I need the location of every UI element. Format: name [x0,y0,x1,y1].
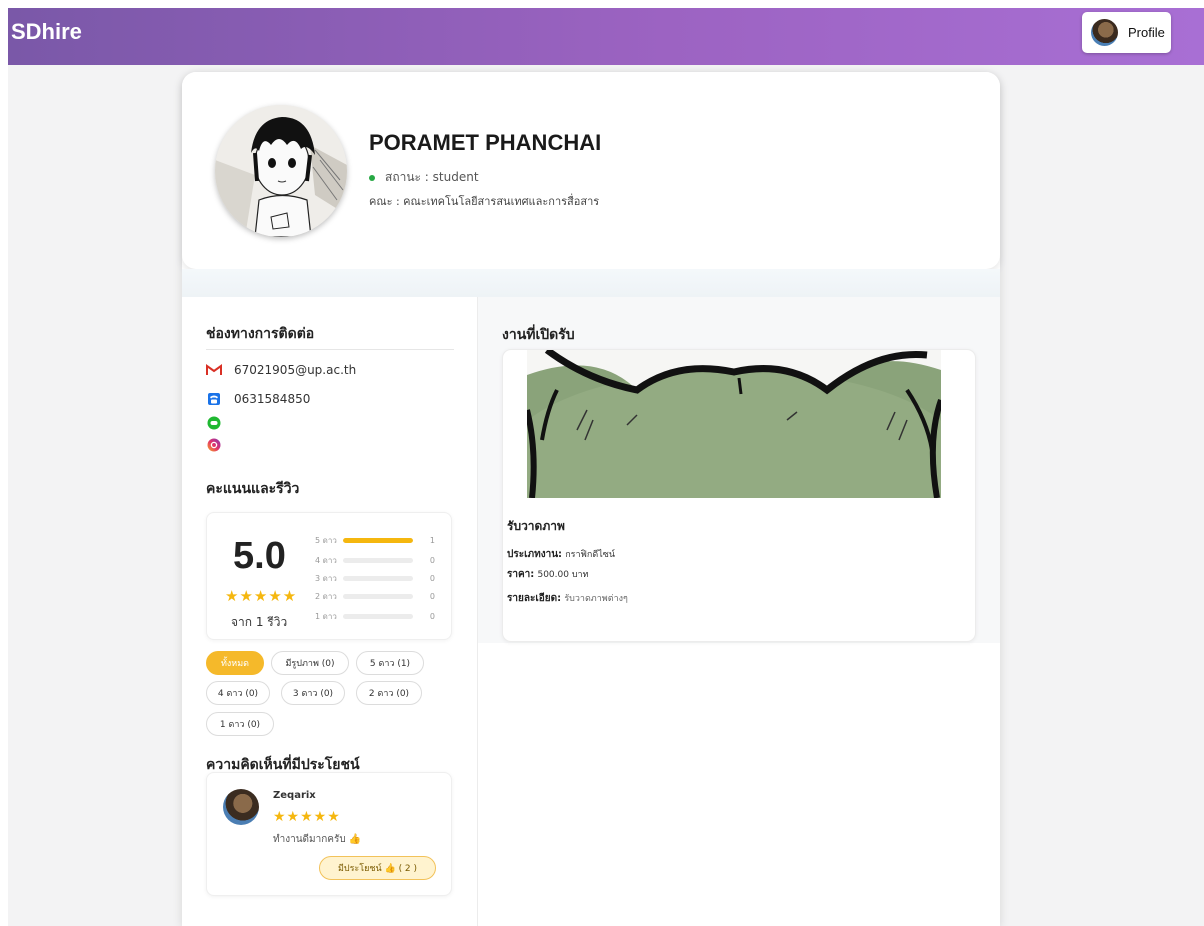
status-text: สถานะ : student [385,170,479,184]
contact-email[interactable]: 67021905@up.ac.th [206,363,356,377]
review-card: Zeqarix ★★★★★ ทำงานดีมากครับ 👍 มีประโยชน… [206,772,452,896]
rating-bar-row: 2 ดาว 0 [315,590,443,602]
job-type-value: กราฟิกดีไซน์ [565,550,616,560]
rating-bar-row: 3 ดาว 0 [315,572,443,584]
job-price: ราคา: 500.00 บาท [507,567,589,582]
profile-status: สถานะ : student [369,168,479,187]
rating-bar-count: 1 [429,535,435,545]
contact-instagram[interactable] [206,438,234,452]
navbar: SDhire Profile [8,8,1204,65]
rating-score: 5.0 [233,535,286,577]
rating-bar-row: 5 ดาว 1 [315,534,443,546]
review-stars: ★★★★★ [273,809,341,825]
brand-logo[interactable]: SDhire [11,19,82,45]
review-text: ทำงานดีมากครับ 👍 [273,834,362,845]
job-image[interactable] [527,350,941,498]
rating-bar-label: 1 ดาว [315,611,337,621]
rating-count: จาก 1 รีวิว [231,615,288,629]
job-card[interactable]: รับวาดภาพ ประเภทงาน: กราฟิกดีไซน์ ราคา: … [502,349,976,642]
rating-summary-card: 5.0 ★★★★★ จาก 1 รีวิว 5 ดาว 1 4 ดาว 0 3 … [206,512,452,640]
gmail-icon [206,363,222,377]
instagram-icon[interactable] [206,438,222,452]
contact-line[interactable] [206,416,234,430]
rating-bar-track [343,537,413,543]
right-column-lower [477,643,1000,926]
rating-bar-track [343,613,413,619]
job-detail: รายละเอียด: รับวาดภาพต่างๆ [507,591,628,606]
rating-bar-row: 4 ดาว 0 [315,554,443,566]
rating-bar-track [343,593,413,599]
rating-bar-count: 0 [429,591,435,601]
profile-name: PORAMET PHANCHAI [369,130,602,155]
section-divider [182,269,1000,297]
rating-bar-row: 1 ดาว 0 [315,610,443,622]
rating-bar-label: 3 ดาว [315,573,337,583]
profile-header-card: PORAMET PHANCHAI สถานะ : student คณะ : ค… [182,72,1000,269]
rating-bar-track [343,557,413,563]
filter-chip-5-stars[interactable]: 5 ดาว (1) [356,651,424,675]
reviewer-avatar [223,789,259,825]
job-detail-value: รับวาดภาพต่างๆ [564,594,628,604]
rating-bar-count: 0 [429,555,435,565]
job-type: ประเภทงาน: กราฟิกดีไซน์ [507,547,615,562]
job-type-label: ประเภทงาน: [507,549,563,560]
rating-bar-count: 0 [429,573,435,583]
helpful-button[interactable]: มีประโยชน์ 👍 ( 2 ) [319,856,436,880]
profile-avatar [215,105,347,237]
rating-bar-label: 5 ดาว [315,535,337,545]
contact-divider [206,349,454,350]
filter-chip-1-star[interactable]: 1 ดาว (0) [206,712,274,736]
filter-chip-2-stars[interactable]: 2 ดาว (0) [356,681,422,705]
job-detail-label: รายละเอียด: [507,593,562,604]
rating-bar-fill [343,537,413,543]
profile-container: PORAMET PHANCHAI สถานะ : student คณะ : ค… [182,72,1000,926]
phone-text[interactable]: 0631584850 [234,392,310,406]
phone-icon [206,392,222,406]
status-dot-icon [369,174,375,181]
job-title: รับวาดภาพ [507,519,565,533]
rating-bar-label: 2 ดาว [315,591,337,601]
rating-stars: ★★★★★ [225,587,298,605]
rating-bar-label: 4 ดาว [315,555,337,565]
filter-chip-3-stars[interactable]: 3 ดาว (0) [281,681,345,705]
profile-faculty: คณะ : คณะเทคโนโลยีสารสนเทศและการสื่อสาร [369,195,600,208]
filter-chip-all[interactable]: ทั้งหมด [206,651,264,675]
contact-title: ช่องทางการติดต่อ [206,326,315,342]
rating-bar-track [343,575,413,581]
profile-button-label: Profile [1128,25,1165,40]
avatar [1091,19,1118,46]
profile-button[interactable]: Profile [1082,12,1171,53]
rating-bar-count: 0 [429,611,435,621]
contact-phone[interactable]: 0631584850 [206,392,310,406]
email-text[interactable]: 67021905@up.ac.th [234,363,356,377]
ratings-title: คะแนนและรีวิว [206,481,300,497]
filter-chip-with-images[interactable]: มีรูปภาพ (0) [271,651,349,675]
job-price-value: 500.00 บาท [537,570,589,580]
reviewer-name: Zeqarix [273,790,316,801]
job-price-label: ราคา: [507,569,535,580]
filter-chip-4-stars[interactable]: 4 ดาว (0) [206,681,270,705]
line-icon[interactable] [206,416,222,430]
jobs-title: งานที่เปิดรับ [502,327,575,343]
